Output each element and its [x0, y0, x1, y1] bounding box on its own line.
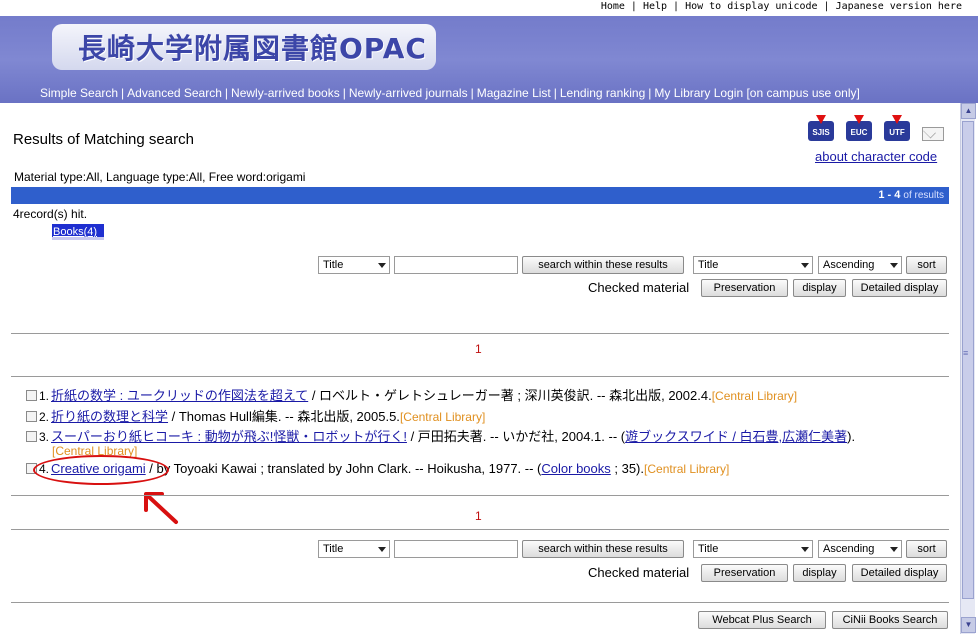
main-nav: Simple Search | Advanced Search | Newly-arri…	[40, 86, 860, 100]
chevron-down-icon	[890, 263, 898, 268]
vertical-scrollbar[interactable]: ▲ ≡ ▼	[960, 103, 976, 634]
nav-simple-search[interactable]: Simple Search	[40, 86, 118, 100]
display-button[interactable]: display	[793, 279, 846, 297]
utf-download-icon[interactable]: UTF	[884, 115, 910, 141]
nav-lending-ranking[interactable]: Lending ranking	[560, 86, 645, 100]
nav-magazine-list[interactable]: Magazine List	[477, 86, 551, 100]
chevron-down-icon	[890, 547, 898, 552]
results-range: 1 - 4 of results	[878, 189, 944, 201]
books-tab[interactable]: Books(4)	[52, 224, 104, 240]
search-within-button[interactable]: search within these results	[522, 256, 684, 274]
japanese-version-link[interactable]: Japanese version here	[836, 1, 962, 12]
page-number[interactable]: 1	[475, 509, 482, 523]
header: Home | Help | How to display unicode | Japanes…	[0, 0, 978, 103]
hit-count: 4record(s) hit.	[13, 207, 88, 221]
encoding-icons: SJIS EUC UTF	[808, 115, 948, 143]
sort-field-select[interactable]: Title	[693, 540, 813, 558]
search-within-input[interactable]	[394, 540, 518, 558]
euc-download-icon[interactable]: EUC	[846, 115, 872, 141]
site-logo: 長崎大学附属図書館OPAC	[78, 32, 427, 65]
checked-material-label: Checked material	[588, 565, 690, 580]
record-checkbox[interactable]	[26, 431, 37, 442]
scroll-up-icon[interactable]: ▲	[961, 103, 976, 119]
mail-icon[interactable]	[922, 127, 944, 141]
nav-my-library-login[interactable]: My Library Login [on campus use only]	[654, 86, 859, 100]
record-title-link[interactable]: スーパーおり紙ヒコーキ : 動物が飛ぶ!怪獣・ロボットが行く!	[51, 429, 407, 444]
nav-new-books[interactable]: Newly-arrived books	[231, 86, 340, 100]
divider	[11, 495, 949, 496]
results-toolbar-top: Title search within these results Title …	[0, 256, 960, 300]
detailed-display-button[interactable]: Detailed display	[852, 564, 947, 582]
library-link[interactable]: [Central Library]	[644, 462, 729, 476]
home-link[interactable]: Home	[601, 1, 625, 12]
main-content: Results of Matching search SJIS EUC UTF …	[0, 103, 960, 634]
page-title: Results of Matching search	[13, 131, 194, 148]
record-title-link[interactable]: 折紙の数学 : ユークリッドの作図法を超えて	[51, 388, 308, 403]
search-within-input[interactable]	[394, 256, 518, 274]
webcat-plus-search-button[interactable]: Webcat Plus Search	[698, 611, 826, 629]
list-item: 1. 折紙の数学 : ユークリッドの作図法を超えて / ロベルト・ゲレトシュレーガ…	[26, 385, 797, 404]
detailed-display-button[interactable]: Detailed display	[852, 279, 947, 297]
sort-field-select[interactable]: Title	[693, 256, 813, 274]
nav-advanced-search[interactable]: Advanced Search	[127, 86, 222, 100]
scroll-down-icon[interactable]: ▼	[961, 617, 976, 633]
chevron-down-icon	[801, 547, 809, 552]
page-number[interactable]: 1	[475, 342, 482, 356]
chevron-down-icon	[378, 547, 386, 552]
search-within-button[interactable]: search within these results	[522, 540, 684, 558]
divider	[11, 602, 949, 603]
sort-order-select[interactable]: Ascending	[818, 256, 902, 274]
preservation-button[interactable]: Preservation	[701, 564, 788, 582]
field-select[interactable]: Title	[318, 256, 390, 274]
nav-new-journals[interactable]: Newly-arrived journals	[349, 86, 468, 100]
series-link[interactable]: Color books	[541, 461, 610, 476]
checked-material-label: Checked material	[588, 280, 690, 295]
record-checkbox[interactable]	[26, 390, 37, 401]
cinii-books-search-button[interactable]: CiNii Books Search	[832, 611, 948, 629]
field-select[interactable]: Title	[318, 540, 390, 558]
top-strip: Home | Help | How to display unicode | Japanes…	[0, 0, 978, 16]
search-criteria: Material type:All, Language type:All, Fr…	[14, 170, 306, 184]
results-toolbar-bottom: Title search within these results Title …	[0, 540, 960, 584]
sort-order-select[interactable]: Ascending	[818, 540, 902, 558]
chevron-down-icon	[378, 263, 386, 268]
list-item: 3. スーパーおり紙ヒコーキ : 動物が飛ぶ!怪獣・ロボットが行く! / 戸田拓夫…	[26, 426, 855, 445]
grip-icon: ≡	[963, 348, 969, 358]
divider	[11, 376, 949, 377]
help-link[interactable]: Help	[643, 1, 667, 12]
library-link[interactable]: [Central Library]	[400, 410, 485, 424]
preservation-button[interactable]: Preservation	[701, 279, 788, 297]
annotation-arrow-icon	[144, 492, 178, 524]
series-link[interactable]: 遊ブックスワイド / 白石豊,広瀬仁美著	[625, 429, 847, 444]
divider	[11, 529, 949, 530]
list-item: 2. 折り紙の数理と科学 / Thomas Hull編集. -- 森北出版, 20…	[26, 406, 485, 425]
record-checkbox[interactable]	[26, 411, 37, 422]
record-title-link[interactable]: 折り紙の数理と科学	[51, 409, 168, 424]
about-character-code-link[interactable]: about character code	[815, 149, 937, 164]
results-bar: 1 - 4 of results	[11, 187, 949, 204]
divider	[11, 333, 949, 334]
scroll-thumb[interactable]	[962, 121, 974, 599]
sjis-download-icon[interactable]: SJIS	[808, 115, 834, 141]
unicode-help-link[interactable]: How to display unicode	[685, 1, 817, 12]
sort-button[interactable]: sort	[906, 256, 947, 274]
library-link[interactable]: [Central Library]	[712, 389, 797, 403]
sort-button[interactable]: sort	[906, 540, 947, 558]
display-button[interactable]: display	[793, 564, 846, 582]
top-links: Home | Help | How to display unicode | Japanes…	[600, 1, 962, 12]
annotation-ellipse	[33, 455, 169, 485]
chevron-down-icon	[801, 263, 809, 268]
